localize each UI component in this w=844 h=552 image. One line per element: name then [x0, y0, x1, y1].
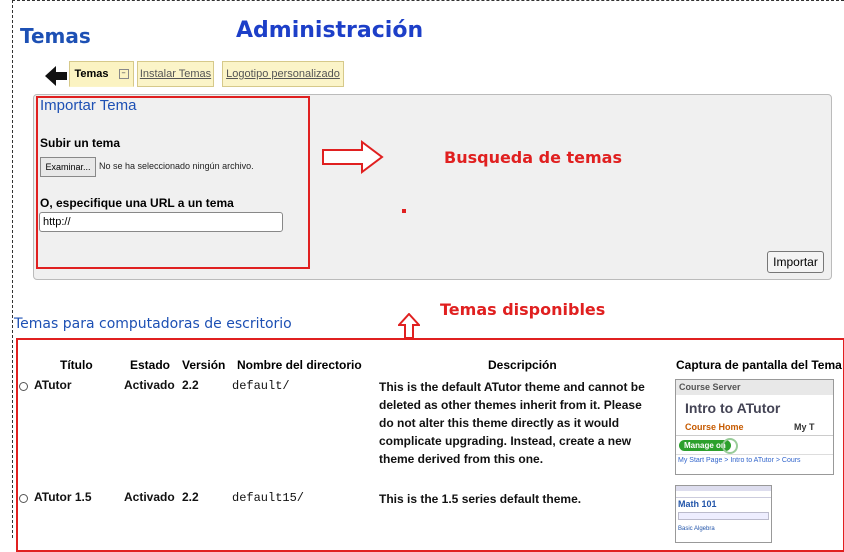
thumb-breadcrumb: My Start Page > Intro to ATutor > Cours — [676, 454, 833, 466]
thumb-tab-active: Course Home — [685, 422, 744, 432]
theme-directory: default/ — [232, 379, 290, 393]
description-line: do not alter this theme directly as it w… — [379, 416, 620, 430]
column-header-directorio[interactable]: Nombre del directorio — [237, 358, 362, 372]
description-line: complicate upgrading. Instead, create a … — [379, 434, 632, 448]
up-arrow-icon — [398, 313, 420, 339]
theme-screenshot-atutor15: Math 101 Basic Algebra — [675, 485, 772, 543]
import-button[interactable]: Importar — [767, 251, 824, 273]
import-heading: Importar Tema — [40, 97, 137, 114]
description-line: This is the 1.5 series default theme. — [379, 492, 582, 506]
upload-label: Subir un tema — [40, 136, 121, 150]
theme-screenshot-atutor: Course Server Intro to ATutor Course Hom… — [675, 379, 834, 475]
theme-radio-atutor[interactable] — [19, 382, 28, 391]
theme-title: ATutor — [34, 378, 72, 392]
column-header-version[interactable]: Versión — [182, 358, 225, 372]
browse-button[interactable]: Examinar... — [40, 157, 96, 177]
no-file-text: No se ha seleccionado ningún archivo. — [99, 161, 254, 171]
url-input[interactable]: http:// — [39, 212, 283, 232]
column-header-captura: Captura de pantalla del Tema — [676, 358, 842, 372]
theme-description: This is the 1.5 series default theme. — [379, 490, 661, 508]
page-border-top — [12, 0, 844, 1]
theme-status: Activado — [124, 490, 175, 504]
thumb-toggle-icon — [722, 438, 738, 454]
thumb-server: Course Server — [676, 380, 833, 395]
annotation-dot — [402, 209, 406, 213]
page-title: Temas — [20, 24, 91, 48]
thumb-tab-other: My T — [794, 422, 815, 432]
theme-version: 2.2 — [182, 490, 199, 504]
right-arrow-icon — [322, 140, 384, 174]
desktop-themes-heading: Temas para computadoras de escritorio — [14, 316, 292, 332]
collapse-icon[interactable]: – — [118, 69, 129, 79]
tab-temas-label: Temas — [74, 68, 109, 80]
thumb-course: Intro to ATutor — [685, 400, 781, 416]
page-border-left — [12, 0, 13, 538]
back-arrow-icon[interactable] — [45, 66, 67, 86]
tab-instalar-temas[interactable]: Instalar Temas — [137, 61, 214, 87]
column-header-titulo[interactable]: Título — [60, 358, 93, 372]
theme-status: Activado — [124, 378, 175, 392]
description-line: theme derived from this one. — [379, 452, 544, 466]
description-line: deleted as other themes inherit from it.… — [379, 398, 642, 412]
annotation-box-import — [36, 96, 310, 269]
column-header-estado[interactable]: Estado — [130, 358, 170, 372]
thumb-section: Basic Algebra — [678, 526, 715, 532]
tab-temas[interactable]: Temas – — [69, 61, 134, 87]
column-header-descripcion: Descripción — [488, 358, 557, 372]
tab-logotipo-personalizado[interactable]: Logotipo personalizado — [222, 61, 344, 87]
thumb-course: Math 101 — [678, 499, 717, 509]
url-label: O, especifique una URL a un tema — [40, 196, 234, 210]
description-line: This is the default ATutor theme and can… — [379, 380, 645, 394]
annotation-disponibles: Temas disponibles — [440, 300, 606, 319]
admin-title: Administración — [236, 18, 424, 43]
theme-radio-atutor15[interactable] — [19, 494, 28, 503]
annotation-busqueda: Busqueda de temas — [444, 148, 622, 167]
theme-description: This is the default ATutor theme and can… — [379, 378, 661, 468]
theme-version: 2.2 — [182, 378, 199, 392]
theme-title: ATutor 1.5 — [34, 490, 92, 504]
theme-directory: default15/ — [232, 491, 305, 505]
